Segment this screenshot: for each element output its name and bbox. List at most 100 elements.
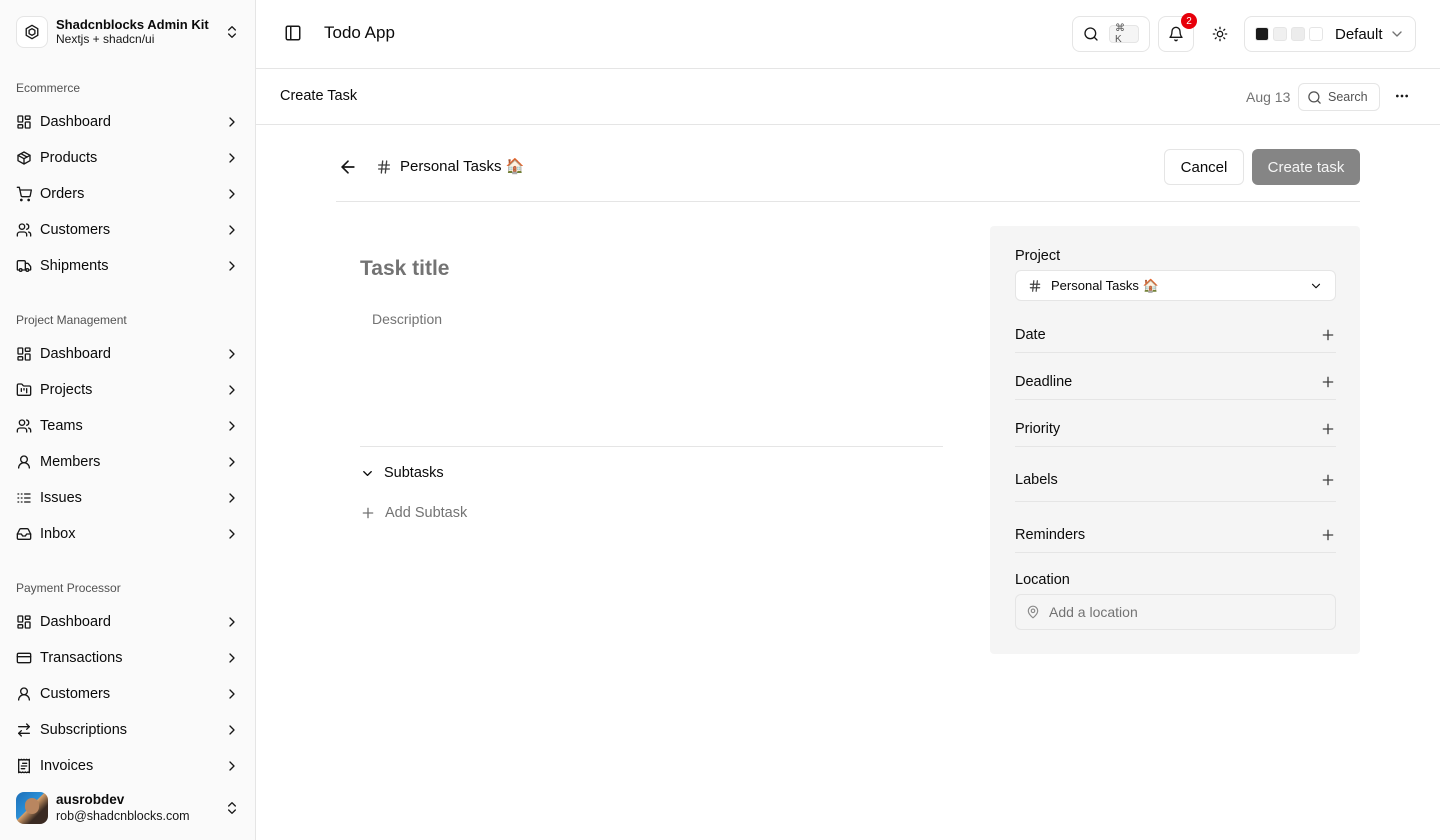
more-options-button[interactable] <box>1392 86 1412 106</box>
org-subtitle: Nextjs + shadcn/ui <box>56 32 155 46</box>
sidebar-item-label: Transactions <box>40 650 123 666</box>
sidebar-item-products[interactable]: Products <box>8 140 248 176</box>
chevron-right-icon <box>224 490 240 506</box>
reminders-row[interactable]: Reminders <box>1015 517 1336 553</box>
theme-mode-toggle[interactable] <box>1202 16 1238 52</box>
priority-label: Priority <box>1015 420 1061 437</box>
hash-icon <box>1028 279 1042 293</box>
top-header: Todo App ⌘ K 2 Default <box>256 0 1440 69</box>
chevron-right-icon <box>224 150 240 166</box>
app-title: Todo App <box>324 23 395 42</box>
reminders-label: Reminders <box>1015 526 1086 543</box>
user-menu[interactable]: ausrobdev rob@shadcnblocks.com <box>8 784 248 832</box>
chevron-right-icon <box>224 186 240 202</box>
org-logo-icon <box>16 16 48 48</box>
deadline-label: Deadline <box>1015 373 1073 390</box>
sidebar-item-label: Dashboard <box>40 614 111 630</box>
chevron-right-icon <box>224 686 240 702</box>
sidebar-item-subscriptions[interactable]: Subscriptions <box>8 712 248 748</box>
sun-icon <box>1212 26 1228 42</box>
more-horizontal-icon <box>1394 88 1410 104</box>
labels-row[interactable]: Labels <box>1015 458 1336 502</box>
create-task-button[interactable]: Create task <box>1252 149 1360 185</box>
sidebar-item-inbox[interactable]: Inbox <box>8 516 248 552</box>
org-name: Shadcnblocks Admin Kit <box>56 17 209 32</box>
chevron-right-icon <box>224 526 240 542</box>
sidebar-item-projects[interactable]: Projects <box>8 372 248 408</box>
sidebar-item-label: Customers <box>40 686 111 702</box>
theme-swatch <box>1273 27 1287 41</box>
sidebar-item-invoices[interactable]: Invoices <box>8 748 248 784</box>
inbox-icon <box>16 526 32 542</box>
priority-row[interactable]: Priority <box>1015 411 1336 447</box>
sidebar-item-label: Issues <box>40 490 82 506</box>
sidebar-item-label: Customers <box>40 222 111 238</box>
plus-icon[interactable] <box>1320 527 1336 543</box>
deadline-row[interactable]: Deadline <box>1015 364 1336 400</box>
add-subtask-button[interactable]: Add Subtask <box>360 503 467 523</box>
dashboard-icon <box>16 114 32 130</box>
sidebar-item-pm-dashboard[interactable]: Dashboard <box>8 336 248 372</box>
notification-badge: 2 <box>1181 13 1197 29</box>
user-icon <box>16 454 32 470</box>
sidebar-item-orders[interactable]: Orders <box>8 176 248 212</box>
project-breadcrumb: Personal Tasks 🏠 <box>400 158 525 175</box>
sidebar-item-label: Invoices <box>40 758 94 774</box>
sidebar-item-label: Dashboard <box>40 114 111 130</box>
user-name: ausrobdev <box>56 792 125 807</box>
sidebar-item-shipments[interactable]: Shipments <box>8 248 248 284</box>
location-field[interactable] <box>1015 594 1336 630</box>
chevron-right-icon <box>224 382 240 398</box>
search-label: Search <box>1328 90 1368 104</box>
task-title-input[interactable] <box>360 254 940 284</box>
task-description-input[interactable] <box>360 306 943 436</box>
theme-swatch <box>1255 27 1269 41</box>
bell-icon <box>1168 26 1184 42</box>
page-subheader: Create Task Aug 13 Search <box>256 69 1440 125</box>
group-label: Payment Processor <box>16 581 121 595</box>
plus-icon[interactable] <box>1320 327 1336 343</box>
chevron-right-icon <box>224 222 240 238</box>
chevron-right-icon <box>224 758 240 774</box>
folder-icon <box>16 382 32 398</box>
plus-icon[interactable] <box>1320 374 1336 390</box>
location-input[interactable] <box>1049 604 1325 620</box>
chevrons-up-down-icon <box>224 800 240 816</box>
project-select[interactable]: Personal Tasks 🏠 <box>1015 270 1336 301</box>
sidebar-item-teams[interactable]: Teams <box>8 408 248 444</box>
nav-group-ecommerce: Ecommerce Dashboard Products Orders Cust… <box>0 72 256 284</box>
cancel-button[interactable]: Cancel <box>1164 149 1244 185</box>
cart-icon <box>16 186 32 202</box>
subtasks-label: Subtasks <box>384 465 444 481</box>
map-pin-icon <box>1026 605 1040 619</box>
plus-icon[interactable] <box>1320 421 1336 437</box>
plus-icon[interactable] <box>1320 472 1336 488</box>
user-email: rob@shadcnblocks.com <box>56 809 190 823</box>
sidebar-item-ecommerce-customers[interactable]: Customers <box>8 212 248 248</box>
sidebar-item-members[interactable]: Members <box>8 444 248 480</box>
location-label: Location <box>1015 572 1070 588</box>
task-search-button[interactable]: Search <box>1298 83 1380 111</box>
sidebar-item-payment-dashboard[interactable]: Dashboard <box>8 604 248 640</box>
task-properties-panel: Project Personal Tasks 🏠 Date Deadline P… <box>990 226 1360 654</box>
back-arrow-icon[interactable] <box>338 157 358 177</box>
org-switcher[interactable]: Shadcnblocks Admin Kit Nextjs + shadcn/u… <box>8 8 248 56</box>
subtasks-toggle[interactable]: Subtasks <box>360 463 444 483</box>
group-label: Ecommerce <box>16 81 81 95</box>
chevron-down-icon <box>1309 279 1323 293</box>
notifications-button[interactable]: 2 <box>1158 13 1197 52</box>
search-button[interactable]: ⌘ K <box>1072 16 1150 52</box>
nav-group-project-management: Project Management Dashboard Projects Te… <box>0 304 256 552</box>
package-icon <box>16 150 32 166</box>
sidebar-item-issues[interactable]: Issues <box>8 480 248 516</box>
plus-icon <box>360 505 376 521</box>
dashboard-icon <box>16 614 32 630</box>
sidebar-toggle-icon[interactable] <box>284 24 302 42</box>
sidebar-item-payment-customers[interactable]: Customers <box>8 676 248 712</box>
theme-selector[interactable]: Default <box>1244 16 1416 52</box>
project-label: Project <box>1015 248 1061 264</box>
sidebar-item-transactions[interactable]: Transactions <box>8 640 248 676</box>
sidebar-item-ecommerce-dashboard[interactable]: Dashboard <box>8 104 248 140</box>
date-row[interactable]: Date <box>1015 317 1336 353</box>
dashboard-icon <box>16 346 32 362</box>
